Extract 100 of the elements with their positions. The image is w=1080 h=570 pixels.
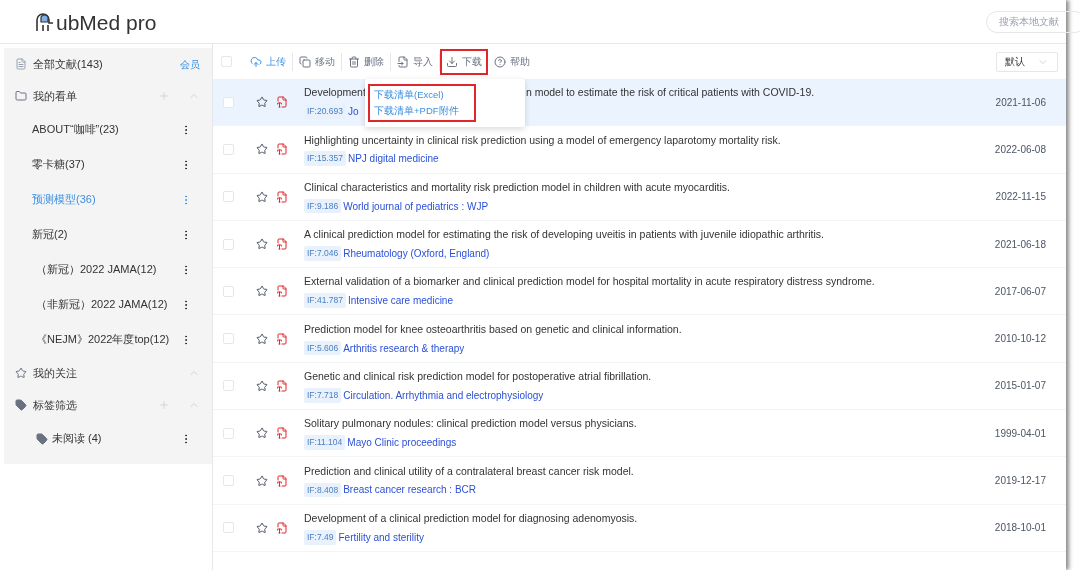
help-icon bbox=[494, 55, 506, 68]
date-text: 2022-11-15 bbox=[995, 190, 1046, 205]
pdf-icon[interactable] bbox=[276, 190, 288, 203]
article-row[interactable]: Clinical characteristics and mortality risk prediction model in children with acute myocarditis. IF:9.186 World journal of pediatrics : WJP 2022-11-15 bbox=[213, 173, 1066, 221]
row-checkbox[interactable] bbox=[223, 143, 234, 155]
article-title[interactable]: Genetic and clinical risk prediction model for postoperative atrial fibrillation. bbox=[304, 369, 652, 385]
document-icon bbox=[397, 55, 409, 68]
star-icon[interactable] bbox=[256, 427, 268, 440]
article-row[interactable]: Development of a clinical prediction model for diagnosing adenomyosis. IF:7.49 Fertility and sterility 2018-10-01 bbox=[213, 504, 1066, 552]
impact-factor-tag: IF:15.357 bbox=[304, 151, 346, 167]
row-checkbox[interactable] bbox=[223, 475, 234, 486]
article-row[interactable]: Genetic and clinical risk prediction model for postoperative atrial fibrillation. IF:7.718 Circulation. Arrhythmia and electrophysiology 2015-01-07 bbox=[213, 362, 1066, 411]
article-row[interactable]: Solitary pulmonary nodules: clinical prediction model versus physicians. IF:11.104 Mayo Clinic proceedings 1999-04-01 bbox=[213, 410, 1066, 458]
pdf-icon[interactable] bbox=[276, 474, 288, 487]
sidebar-item[interactable]: （新冠）2022 JAMA(12) bbox=[4, 252, 212, 287]
impact-factor-tag: IF:8.408 bbox=[304, 482, 342, 498]
article-row[interactable]: Prediction and clinical utility of a contralateral breast cancer risk model. IF:8.408 Breast cancer research : BCR 2019-12-17 bbox=[213, 457, 1066, 505]
date-text: 2021-11-06 bbox=[995, 95, 1046, 110]
star-icon[interactable] bbox=[256, 332, 268, 345]
sidebar-item[interactable]: （非新冠）2022 JAMA(12) bbox=[4, 287, 212, 322]
journal-link[interactable]: Jo bbox=[347, 104, 359, 119]
row-checkbox[interactable] bbox=[223, 427, 234, 439]
pdf-icon[interactable] bbox=[276, 379, 288, 392]
sidebar-item[interactable]: 未阅读 (4) bbox=[4, 421, 212, 456]
row-checkbox[interactable] bbox=[223, 285, 234, 297]
cloud-upload-icon bbox=[250, 55, 262, 68]
journal-link[interactable]: Arthritis research & therapy bbox=[343, 340, 465, 356]
article-row[interactable]: A clinical prediction model for estimating the risk of developing uveitis in patients with juvenile idiopathic arthritis. IF:7.046 Rheumatology (Oxford, England) 2021-06-18 bbox=[213, 220, 1066, 269]
impact-factor-tag: IF:41.787 bbox=[304, 293, 346, 309]
sidebar-item[interactable]: 《NEJM》2022年度top(12) bbox=[4, 322, 212, 357]
date-text: 1999-04-01 bbox=[994, 426, 1046, 441]
star-icon[interactable] bbox=[256, 474, 268, 487]
article-title[interactable]: Prediction and clinical utility of a contralateral breast cancer risk model. bbox=[304, 463, 634, 480]
row-checkbox[interactable] bbox=[223, 238, 234, 250]
star-icon[interactable] bbox=[256, 143, 268, 156]
article-title[interactable]: External validation of a biomarker and clinical prediction model for hospital mortality in acute respiratory distress syndrome. bbox=[304, 274, 875, 291]
star-icon[interactable] bbox=[256, 96, 268, 109]
star-icon[interactable] bbox=[256, 521, 268, 534]
article-title[interactable]: A clinical prediction model for estimating the risk of developing uveitis in patients with juvenile idiopathic arthritis. bbox=[304, 227, 824, 243]
impact-factor-tag: IF:9.186 bbox=[304, 198, 342, 214]
journal-link[interactable]: Circulation. Arrhythmia and electrophysiology bbox=[343, 387, 544, 403]
pdf-icon[interactable] bbox=[276, 238, 288, 251]
section-title[interactable]: 标签筛选 bbox=[33, 396, 152, 414]
sidebar-item[interactable]: 新冠(2) bbox=[4, 217, 212, 252]
journal-link[interactable]: Fertility and sterility bbox=[338, 529, 425, 545]
date-text: 2022-06-08 bbox=[994, 142, 1046, 157]
sidebar-item-label: （新冠）2022 JAMA(12) bbox=[36, 262, 158, 278]
journal-link[interactable]: Mayo Clinic proceedings bbox=[347, 435, 457, 451]
article-title[interactable]: Solitary pulmonary nodules: clinical prediction model versus physicians. bbox=[304, 416, 637, 433]
article-row[interactable]: Prediction model for knee osteoarthritis based on genetic and clinical information. IF:5.606 Arthritis research & therapy 2010-10-12 bbox=[213, 315, 1066, 363]
menu-item[interactable]: 下载清单(Excel) bbox=[374, 87, 474, 103]
journal-link[interactable]: Breast cancer research : BCR bbox=[343, 482, 476, 498]
section-title[interactable]: 全部文献(143) bbox=[33, 55, 174, 73]
pdf-icon[interactable] bbox=[276, 285, 288, 298]
tag-icon bbox=[15, 399, 27, 411]
tag-icon bbox=[36, 432, 48, 445]
star-icon[interactable] bbox=[256, 238, 268, 251]
row-checkbox[interactable] bbox=[223, 522, 234, 534]
toolbar-button[interactable]: 移动 bbox=[293, 48, 341, 75]
toolbar-button[interactable]: 删除 bbox=[342, 48, 390, 75]
pdf-icon[interactable] bbox=[276, 332, 288, 345]
journal-link[interactable]: NPJ digital medicine bbox=[347, 151, 439, 167]
section-title[interactable]: 我的看单 bbox=[33, 87, 152, 105]
sort-select[interactable]: 默认 bbox=[996, 51, 1058, 72]
pdf-icon[interactable] bbox=[276, 521, 288, 534]
article-title[interactable]: Prediction model for knee osteoarthritis based on genetic and clinical information. bbox=[304, 321, 682, 338]
row-checkbox[interactable] bbox=[223, 96, 234, 108]
sidebar-item-label: 预测模型(36) bbox=[32, 192, 97, 208]
pdf-icon[interactable] bbox=[276, 96, 288, 109]
journal-link[interactable]: Rheumatology (Oxford, England) bbox=[343, 245, 490, 261]
sidebar-item[interactable]: 零卡糖(37) bbox=[4, 147, 212, 182]
journal-link[interactable]: World journal of pediatrics : WJP bbox=[343, 198, 489, 214]
row-checkbox[interactable] bbox=[223, 333, 234, 345]
pdf-icon[interactable] bbox=[276, 143, 288, 156]
star-icon[interactable] bbox=[256, 379, 268, 392]
sidebar-item-label: 新冠(2) bbox=[32, 227, 69, 243]
article-title[interactable]: Development of a clinical prediction model for diagnosing adenomyosis. bbox=[304, 510, 638, 527]
article-title[interactable]: Highlighting uncertainty in clinical risk prediction using a model of emergency laparotomy mortality risk. bbox=[304, 132, 781, 149]
row-checkbox[interactable] bbox=[223, 380, 234, 392]
article-row[interactable]: External validation of a biomarker and clinical prediction model for hospital mortality in acute respiratory distress syndrome. IF:41.787 Intensive care medicine 2017-06-07 bbox=[213, 268, 1066, 316]
toolbar-button[interactable]: 导入 bbox=[391, 48, 439, 75]
toolbar-button[interactable]: 下载 bbox=[440, 48, 488, 75]
article-title[interactable]: Clinical characteristics and mortality risk prediction model in children with acute myocarditis. bbox=[304, 179, 730, 196]
star-icon[interactable] bbox=[256, 190, 268, 203]
journal-link[interactable]: Intensive care medicine bbox=[347, 293, 453, 309]
article-row[interactable]: Highlighting uncertainty in clinical risk prediction using a model of emergency laparotomy mortality risk. IF:15.357 NPJ digital medicine 2022-06-08 bbox=[213, 126, 1066, 174]
menu-item[interactable]: 下载清单+PDF附件 bbox=[374, 103, 474, 119]
article-title[interactable]: Development bbox=[304, 85, 366, 101]
row-checkbox[interactable] bbox=[223, 191, 234, 203]
select-all-checkbox[interactable] bbox=[221, 56, 232, 67]
sidebar-item-label: 《NEJM》2022年度top(12) bbox=[36, 332, 171, 348]
toolbar-button[interactable]: 帮助 bbox=[488, 48, 536, 75]
search-field[interactable]: 搜索本地文献 bbox=[986, 10, 1080, 33]
section-title[interactable]: 我的关注 bbox=[33, 364, 182, 382]
article-title[interactable]: n model to estimate the risk of critical patients with COVID-19. bbox=[525, 85, 815, 101]
folder-icon bbox=[15, 90, 27, 102]
sidebar-item[interactable]: ABOUT“咖啡”(23) bbox=[4, 112, 212, 147]
toolbar-button[interactable]: 上传 bbox=[244, 48, 292, 75]
star-icon[interactable] bbox=[256, 285, 268, 298]
pdf-icon[interactable] bbox=[276, 427, 288, 440]
